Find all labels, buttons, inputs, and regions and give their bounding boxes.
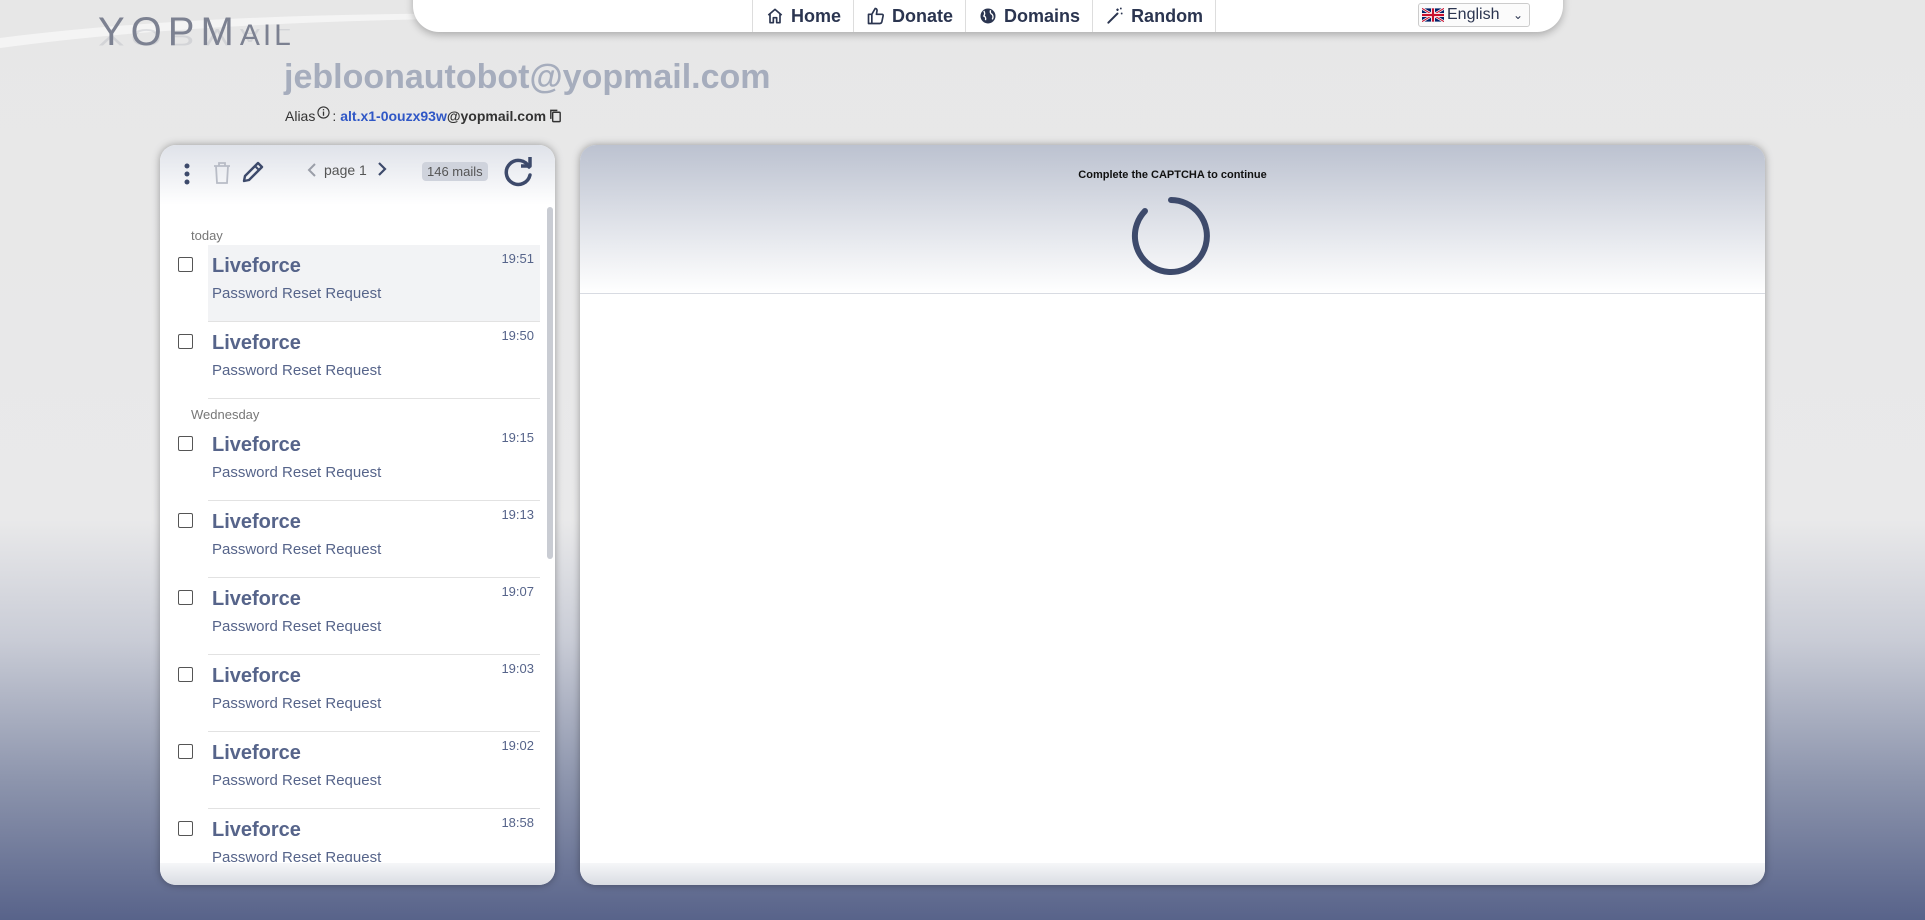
mail-time: 19:02 <box>501 738 534 753</box>
mail-item[interactable]: Liveforce Password Reset Request 19:50 <box>178 322 540 399</box>
mail-time: 19:50 <box>501 328 534 343</box>
mail-list-scrollbar[interactable] <box>547 207 553 559</box>
mail-subject: Password Reset Request <box>212 849 382 862</box>
nav-domains[interactable]: Domains <box>966 0 1094 32</box>
page-indicator: page 1 <box>324 162 367 178</box>
mail-checkbox[interactable] <box>178 667 193 682</box>
mail-sender: Liveforce <box>212 742 301 764</box>
mail-item[interactable]: Liveforce Password Reset Request 19:15 <box>178 424 540 501</box>
mail-item[interactable]: Liveforce Password Reset Request 19:02 <box>178 732 540 809</box>
main-nav: Home Donate Domains Random <box>752 0 1217 32</box>
nav-domains-label: Domains <box>1004 5 1081 26</box>
mail-subject: Password Reset Request <box>212 772 382 789</box>
mail-sender: Liveforce <box>212 819 301 841</box>
copy-icon[interactable] <box>548 108 563 124</box>
mail-time: 19:07 <box>501 584 534 599</box>
mail-subject: Password Reset Request <box>212 618 382 635</box>
mail-subject: Password Reset Request <box>212 695 382 712</box>
previous-page-icon[interactable] <box>304 161 320 179</box>
mail-time: 19:13 <box>501 507 534 522</box>
mail-checkbox[interactable] <box>178 257 193 272</box>
captcha-message: Complete the CAPTCHA to continue <box>1078 169 1267 181</box>
delete-icon[interactable] <box>212 161 232 185</box>
mail-sender: Liveforce <box>212 434 301 456</box>
mail-item[interactable]: Liveforce Password Reset Request 19:13 <box>178 501 540 578</box>
mail-checkbox[interactable] <box>178 513 193 528</box>
mail-count-badge: 146 mails <box>422 162 488 181</box>
home-icon <box>767 8 783 24</box>
mail-time: 19:51 <box>501 251 534 266</box>
day-group-label: Wednesday <box>191 407 260 422</box>
nav-home[interactable]: Home <box>753 0 855 32</box>
mail-list[interactable]: today Liveforce Password Reset Request 1… <box>160 207 555 862</box>
mail-subject: Password Reset Request <box>212 285 382 302</box>
mail-checkbox[interactable] <box>178 821 193 836</box>
mail-list-footer <box>160 863 555 885</box>
thumbs-up-icon <box>867 7 885 25</box>
mail-sender: Liveforce <box>212 665 301 687</box>
language-select[interactable]: English ⌄ <box>1418 3 1530 27</box>
alias-domain: @yopmail.com <box>446 108 547 124</box>
mail-item[interactable]: Liveforce Password Reset Request 19:51 <box>178 245 540 322</box>
compose-icon[interactable] <box>240 159 266 185</box>
mail-time: 18:58 <box>501 815 534 830</box>
mail-subject: Password Reset Request <box>212 541 382 558</box>
mail-checkbox[interactable] <box>178 436 193 451</box>
alias-line: Alias : alt.x1-0ouzx93w @yopmail.com <box>285 105 563 124</box>
chevron-down-icon: ⌄ <box>1512 8 1523 22</box>
mail-item[interactable]: Liveforce Password Reset Request 18:58 <box>178 809 540 862</box>
alias-name[interactable]: alt.x1-0ouzx93w <box>340 108 447 124</box>
mail-checkbox[interactable] <box>178 744 193 759</box>
mail-checkbox[interactable] <box>178 334 193 349</box>
nav-random[interactable]: Random <box>1093 0 1217 32</box>
globe-icon <box>980 8 996 24</box>
mail-sender: Liveforce <box>212 511 301 533</box>
mail-list-panel: page 1 146 mails today Liveforce Passwor… <box>160 145 555 885</box>
mail-time: 19:03 <box>501 661 534 676</box>
info-icon[interactable] <box>317 105 330 119</box>
mail-item[interactable]: Liveforce Password Reset Request 19:07 <box>178 578 540 655</box>
mail-viewer-footer <box>580 863 1765 885</box>
mail-subject: Password Reset Request <box>212 464 382 481</box>
mail-subject: Password Reset Request <box>212 362 382 379</box>
mail-sender: Liveforce <box>212 588 301 610</box>
inbox-email-address: jebloonautobot@yopmail.com <box>284 58 771 96</box>
uk-flag-icon <box>1422 8 1444 22</box>
mail-time: 19:15 <box>501 430 534 445</box>
nav-donate-label: Donate <box>892 5 954 26</box>
nav-random-label: Random <box>1131 5 1204 26</box>
more-options-icon[interactable] <box>184 162 190 186</box>
alias-separator: : <box>332 108 337 124</box>
day-group-label: today <box>191 228 223 243</box>
mail-viewer-panel: Complete the CAPTCHA to continue <box>580 145 1765 885</box>
captcha-area: Complete the CAPTCHA to continue <box>580 145 1765 294</box>
next-page-icon[interactable] <box>374 159 390 179</box>
alias-label: Alias <box>285 108 316 124</box>
loading-spinner-icon <box>1131 197 1210 275</box>
mail-checkbox[interactable] <box>178 590 193 605</box>
mail-sender: Liveforce <box>212 255 301 277</box>
magic-wand-icon <box>1107 7 1123 24</box>
refresh-icon[interactable] <box>501 155 535 189</box>
nav-home-label: Home <box>791 5 842 26</box>
mail-item[interactable]: Liveforce Password Reset Request 19:03 <box>178 655 540 732</box>
mail-list-toolbar: page 1 146 mails <box>160 145 555 205</box>
nav-donate[interactable]: Donate <box>854 0 967 32</box>
language-label: English <box>1447 6 1500 23</box>
mail-sender: Liveforce <box>212 332 301 354</box>
